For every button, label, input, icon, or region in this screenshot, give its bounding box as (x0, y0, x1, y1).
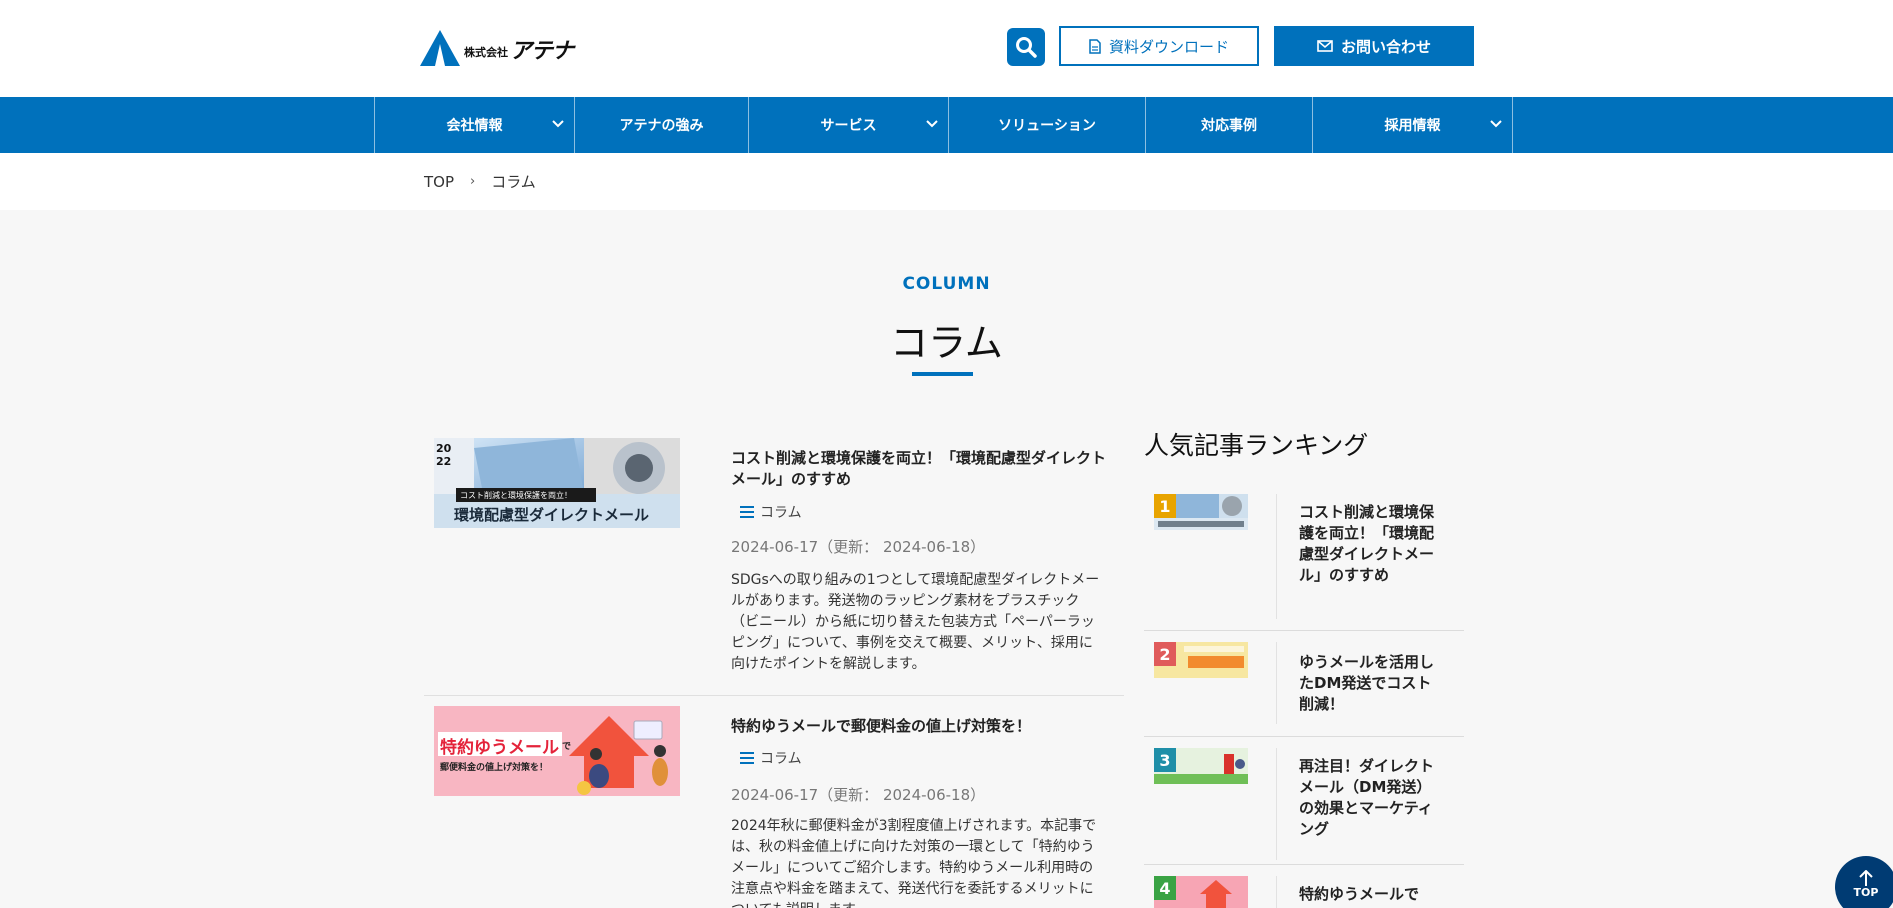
site-header: 株式会社 アテナ 資料ダウンロード お問い合わせ (0, 0, 1893, 97)
article-category[interactable]: コラム (740, 502, 802, 522)
mail-icon (1317, 40, 1333, 52)
nav-list: 会社情報 アテナの強み サービス ソリューション 対応事例 採用情報 (374, 97, 1513, 153)
ranking-number: 3 (1154, 748, 1176, 772)
nav-item-solutions[interactable]: ソリューション (949, 97, 1146, 153)
contact-label: お問い合わせ (1340, 37, 1431, 56)
ranking-number: 4 (1154, 876, 1176, 900)
page-subtitle: COLUMN (902, 274, 991, 294)
ranking-divider (1144, 630, 1464, 631)
ranking-item[interactable]: 2 ゆうメールを活用したDM発送でコスト削減！ (1144, 642, 1464, 732)
page-top-label: TOP (1853, 886, 1879, 899)
list-icon (740, 752, 754, 764)
article-date: 2024-06-17（更新： 2024-06-18） (731, 786, 986, 804)
ranking-separator (1276, 494, 1277, 619)
article-excerpt: SDGsへの取り組みの1つとして環境配慮型ダイレクトメールがあります。発送物のラ… (731, 572, 1100, 672)
article-category-label: コラム (760, 505, 802, 521)
ranking-thumbnail[interactable]: 3 (1154, 748, 1248, 784)
ranking-separator (1276, 748, 1277, 860)
article-category[interactable]: コラム (740, 748, 802, 768)
logo-text: アテナ (510, 39, 574, 64)
article-date: 2024-06-17（更新： 2024-06-18） (731, 538, 986, 556)
company-logo[interactable]: 株式会社 アテナ (420, 30, 574, 66)
ranking-item[interactable]: 1 コスト削減と環境保護を両立！「環境配慮型ダイレクトメール」のすすめ (1144, 494, 1464, 619)
title-underline (912, 372, 973, 376)
nav-item-company[interactable]: 会社情報 (375, 97, 575, 153)
breadcrumb-separator: › (470, 174, 476, 189)
nav-item-label: サービス (820, 118, 877, 134)
thumbnail-caption: コスト削減と環境保護を両立！ (460, 491, 572, 500)
breadcrumb: TOP › コラム (424, 171, 536, 192)
chevron-down-icon (926, 120, 938, 128)
ranking-thumbnail[interactable]: 4 (1154, 876, 1248, 908)
chevron-down-icon (552, 120, 564, 128)
ranking-separator (1276, 876, 1277, 908)
ranking-divider (1144, 736, 1464, 737)
thumbnail-year: 20 22 (436, 442, 452, 468)
nav-item-label: 対応事例 (1201, 118, 1257, 134)
ranking-item[interactable]: 4 特約ゆうメールで (1144, 876, 1464, 908)
search-button[interactable] (1007, 28, 1045, 66)
breadcrumb-home-link[interactable]: TOP (424, 173, 454, 191)
nav-item-services[interactable]: サービス (749, 97, 949, 153)
list-icon (740, 506, 754, 518)
ranking-heading: 人気記事ランキング (1144, 431, 1369, 460)
ranking-number: 2 (1154, 642, 1176, 666)
ranking-title[interactable]: ゆうメールを活用したDM発送でコスト削減！ (1299, 652, 1439, 715)
article-divider (424, 695, 1124, 696)
thumbnail-title: 特約ゆうメール (440, 738, 559, 758)
ranking-thumbnail[interactable]: 1 (1154, 494, 1248, 530)
ranking-title[interactable]: 特約ゆうメールで (1299, 884, 1439, 905)
article-title[interactable]: 特約ゆうメールで郵便料金の値上げ対策を！ (731, 716, 1111, 737)
thumbnail-de: で (562, 742, 572, 752)
article-category-label: コラム (760, 751, 802, 767)
nav-item-cases[interactable]: 対応事例 (1146, 97, 1313, 153)
ranking-title[interactable]: 再注目！ダイレクトメール（DM発送）の効果とマーケティング (1299, 756, 1439, 840)
article-thumbnail[interactable]: 特約ゆうメール で 郵便料金の値上げ対策を！ (434, 706, 680, 796)
contact-button[interactable]: お問い合わせ (1274, 26, 1474, 66)
thumbnail-title: 環境配慮型ダイレクトメール (454, 506, 650, 524)
thumbnail-caption: 郵便料金の値上げ対策を！ (440, 763, 549, 773)
logo-text-small: 株式会社 (464, 46, 508, 59)
breadcrumb-current: コラム (491, 173, 536, 191)
download-label: 資料ダウンロード (1108, 37, 1229, 56)
nav-item-label: 採用情報 (1384, 118, 1441, 134)
global-nav: 会社情報 アテナの強み サービス ソリューション 対応事例 採用情報 (0, 97, 1893, 153)
chevron-down-icon (1490, 120, 1502, 128)
ranking-separator (1276, 642, 1277, 724)
search-icon (1016, 37, 1037, 58)
article-excerpt: 2024年秋に郵便料金が3割程度値上げされます。本記事では、秋の料金値上げに向け… (731, 818, 1097, 908)
nav-item-label: ソリューション (998, 118, 1096, 134)
nav-item-label: アテナの強み (619, 118, 704, 134)
nav-item-strengths[interactable]: アテナの強み (575, 97, 749, 153)
logo-triangle-icon (420, 30, 460, 66)
nav-item-label: 会社情報 (446, 118, 503, 134)
article-thumbnail[interactable]: 20 22 コスト削減と環境保護を両立！ 環境配慮型ダイレクトメール (434, 438, 680, 528)
article-title[interactable]: コスト削減と環境保護を両立！「環境配慮型ダイレクトメール」のすすめ (731, 448, 1111, 490)
ranking-thumbnail[interactable]: 2 (1154, 642, 1248, 678)
arrow-up-icon (1859, 870, 1873, 886)
article-card[interactable]: 20 22 コスト削減と環境保護を両立！ 環境配慮型ダイレクトメール コスト削減… (424, 438, 1124, 694)
page-title: コラム (890, 321, 1003, 365)
download-button[interactable]: 資料ダウンロード (1059, 26, 1259, 66)
article-card[interactable]: 特約ゆうメール で 郵便料金の値上げ対策を！ 特約ゆうメールで郵便料金の値上げ対… (424, 706, 1124, 908)
ranking-number: 1 (1154, 494, 1176, 518)
ranking-divider (1144, 864, 1464, 865)
page-top-button[interactable]: TOP (1835, 856, 1893, 908)
ranking-item[interactable]: 3 再注目！ダイレクトメール（DM発送）の効果とマーケティング (1144, 748, 1464, 860)
document-icon (1089, 38, 1101, 54)
nav-item-recruit[interactable]: 採用情報 (1313, 97, 1513, 153)
ranking-title[interactable]: コスト削減と環境保護を両立！「環境配慮型ダイレクトメール」のすすめ (1299, 502, 1439, 586)
breadcrumb-bar: TOP › コラム (0, 153, 1893, 210)
